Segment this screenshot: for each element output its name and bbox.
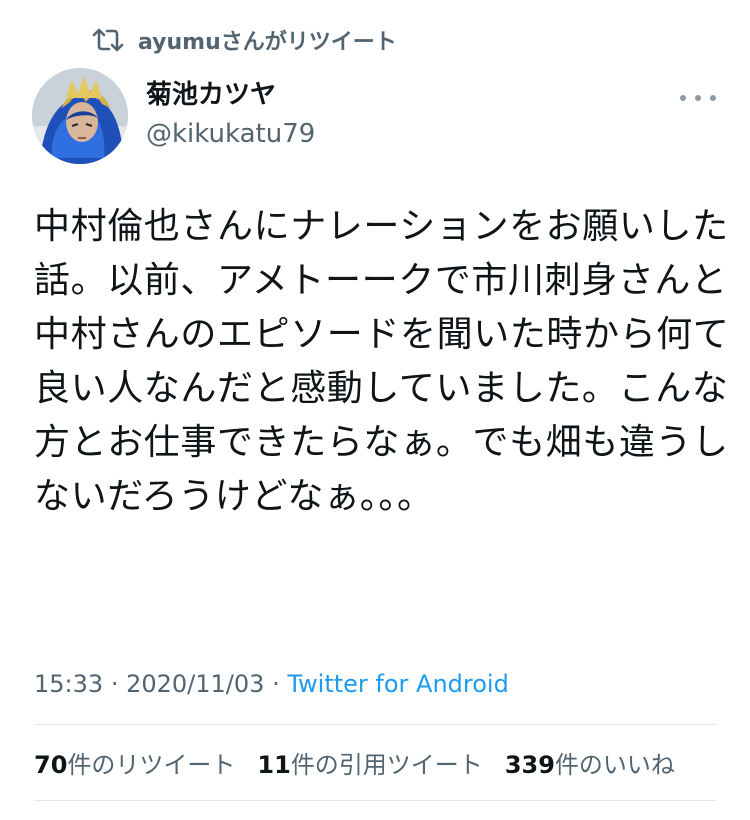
quote-count-number: 11: [257, 750, 291, 779]
retweet-header-text: ayumuさんがリツイート: [138, 30, 397, 55]
tweet-stats: 70件のリツイート 11件の引用ツイート 339件のいいね: [34, 740, 675, 784]
divider: [34, 800, 716, 801]
retweet-header[interactable]: ayumuさんがリツイート: [92, 20, 397, 60]
avatar[interactable]: [32, 68, 128, 164]
tweet-time: 15:33: [34, 670, 104, 698]
retweet-count-label: 件のリツイート: [67, 750, 236, 779]
like-count-label: 件のいいね: [554, 750, 675, 779]
meta-separator: ·: [110, 670, 119, 698]
tweet-date: 2020/11/03: [126, 670, 265, 698]
like-count[interactable]: 339件のいいね: [505, 745, 675, 780]
divider: [34, 724, 716, 725]
quote-count-label: 件の引用ツイート: [290, 750, 483, 779]
retweet-icon: [92, 26, 124, 54]
like-count-number: 339: [504, 750, 555, 779]
more-options-icon[interactable]: [676, 86, 720, 110]
quote-count[interactable]: 11件の引用ツイート: [257, 745, 482, 780]
tweet-meta: 15:33 · 2020/11/03 · Twitter for Android: [34, 664, 509, 704]
meta-separator: ·: [272, 670, 280, 698]
tweet-source-link[interactable]: Twitter for Android: [287, 670, 508, 698]
author-handle[interactable]: @kikukatu79: [146, 118, 315, 150]
retweet-count-number: 70: [34, 750, 68, 779]
tweet-text: 中村倫也さんにナレーションをお願いした話。以前、アメトーークで市川刺身さんと中村…: [34, 206, 730, 517]
author-name[interactable]: 菊池カツヤ: [146, 78, 276, 112]
retweet-count[interactable]: 70件のリツイート: [34, 745, 235, 780]
